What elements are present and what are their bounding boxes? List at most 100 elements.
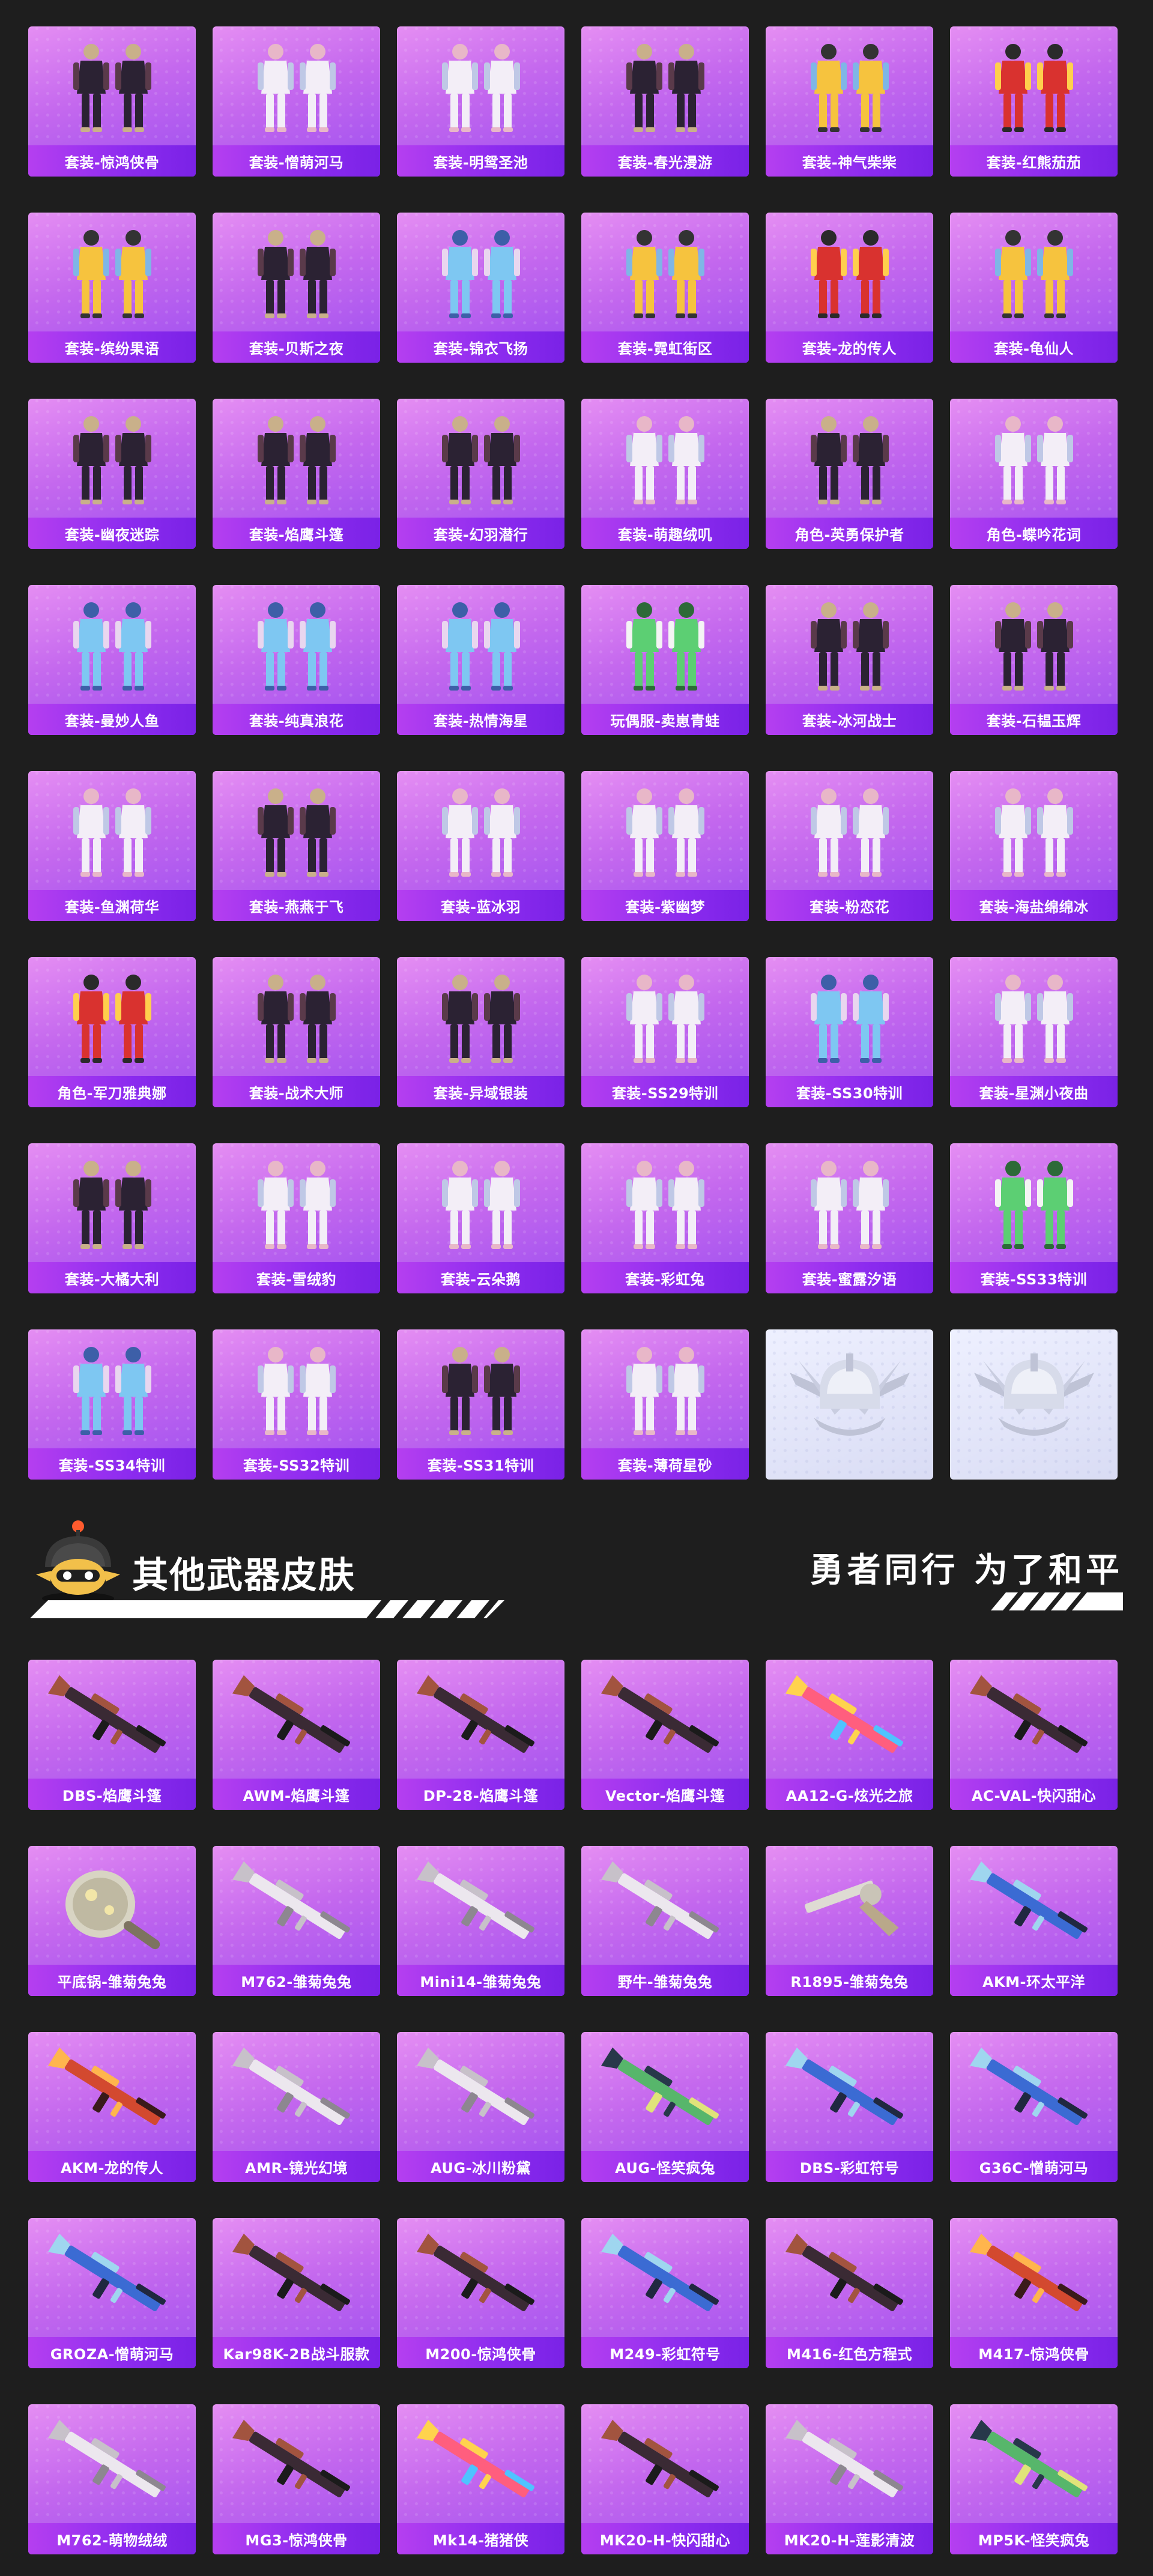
outfit-card[interactable]: 套装-鱼渊荷华 [28, 771, 196, 921]
weapon-card[interactable]: 野牛-雏菊兔兔 [581, 1846, 749, 1996]
outfit-card[interactable]: 套装-幻羽潜行 [397, 399, 564, 549]
outfit-figures-icon [950, 1150, 1118, 1259]
weapon-card[interactable]: AKM-环太平洋 [950, 1846, 1118, 1996]
outfit-card[interactable]: 套装-SS30特训 [766, 957, 933, 1107]
outfit-card[interactable]: 套装-大橘大利 [28, 1143, 196, 1293]
outfit-card[interactable]: 角色-蝶吟花词 [950, 399, 1118, 549]
outfit-label: 套装-战术大师 [249, 1084, 344, 1102]
outfit-card[interactable]: 套装-蜜露汐语 [766, 1143, 933, 1293]
weapon-card[interactable]: M762-萌物绒绒 [28, 2404, 196, 2554]
outfit-card[interactable]: 套装-幽夜迷踪 [28, 399, 196, 549]
weapon-card[interactable]: AUG-冰川粉黛 [397, 2032, 564, 2182]
outfit-card[interactable]: 套装-惊鸿侠骨 [28, 26, 196, 177]
outfit-card[interactable]: 套装-SS32特训 [213, 1329, 380, 1480]
weapon-card[interactable]: M249-彩虹符号 [581, 2218, 749, 2368]
outfit-card[interactable]: 套装-冰河战士 [766, 585, 933, 735]
weapon-card[interactable]: M200-惊鸿侠骨 [397, 2218, 564, 2368]
weapon-card[interactable]: Kar98K-2B战斗服款 [213, 2218, 380, 2368]
outfit-card[interactable]: 套装-SS34特训 [28, 1329, 196, 1480]
outfit-card[interactable]: 套装-SS31特训 [397, 1329, 564, 1480]
weapon-card[interactable]: AUG-怪笑疯兔 [581, 2032, 749, 2182]
outfit-label: 套装-薄荷星砂 [617, 1457, 713, 1474]
weapon-card[interactable]: AKM-龙的传人 [28, 2032, 196, 2182]
outfit-card[interactable]: 套装-燕燕于飞 [213, 771, 380, 921]
rifle-icon [28, 1667, 196, 1775]
weapon-card[interactable]: M416-红色方程式 [766, 2218, 933, 2368]
outfit-figures-icon [213, 220, 380, 328]
rifle-icon [581, 1853, 749, 1961]
outfit-card[interactable]: 套装-春光漫游 [581, 26, 749, 177]
rifle-icon [28, 2039, 196, 2147]
outfit-card[interactable]: 套装-海盐绵绵冰 [950, 771, 1118, 921]
weapon-card[interactable]: Mk14-猪猪侠 [397, 2404, 564, 2554]
weapon-label: AC-VAL-快闪甜心 [971, 1787, 1097, 1804]
outfit-card[interactable]: 套装-异域银装 [397, 957, 564, 1107]
outfit-card[interactable]: 套装-薄荷星砂 [581, 1329, 749, 1480]
weapon-card[interactable]: MK20-H-莲影清波 [766, 2404, 933, 2554]
outfit-card[interactable] [950, 1329, 1118, 1480]
outfit-card[interactable]: 套装-粉恋花 [766, 771, 933, 921]
outfit-card[interactable]: 套装-纯真浪花 [213, 585, 380, 735]
outfit-label: 套装-纯真浪花 [249, 712, 344, 730]
outfit-card[interactable]: 玩偶服-卖崽青蛙 [581, 585, 749, 735]
outfit-card[interactable]: 套装-明鸳圣池 [397, 26, 564, 177]
weapon-label: Kar98K-2B战斗服款 [223, 2345, 370, 2363]
outfit-label: 套装-SS32特训 [243, 1457, 350, 1474]
outfit-card[interactable]: 套装-萌趣绒叽 [581, 399, 749, 549]
weapon-card[interactable]: G36C-憎萌河马 [950, 2032, 1118, 2182]
outfit-card[interactable]: 套装-雪绒豹 [213, 1143, 380, 1293]
outfit-figures-icon [766, 1150, 933, 1259]
weapon-card[interactable]: Vector-焰鹰斗篷 [581, 1660, 749, 1810]
outfit-card[interactable]: 套装-石韫玉辉 [950, 585, 1118, 735]
outfit-label-bar: 套装-云朵鹅 [397, 1262, 564, 1293]
outfit-card[interactable]: 套装-彩虹兔 [581, 1143, 749, 1293]
weapon-card[interactable]: MG3-惊鸿侠骨 [213, 2404, 380, 2554]
outfit-card[interactable]: 套装-霓虹街区 [581, 213, 749, 363]
weapon-label-bar: DP-28-焰鹰斗篷 [397, 1779, 564, 1810]
outfit-card[interactable]: 套装-SS29特训 [581, 957, 749, 1107]
weapon-card[interactable]: MK20-H-快闪甜心 [581, 2404, 749, 2554]
weapon-card[interactable]: M762-雏菊兔兔 [213, 1846, 380, 1996]
outfit-card[interactable]: 套装-龙的传人 [766, 213, 933, 363]
outfit-card[interactable]: 套装-蓝冰羽 [397, 771, 564, 921]
outfit-card[interactable]: 套装-憎萌河马 [213, 26, 380, 177]
outfit-card[interactable]: 角色-英勇保护者 [766, 399, 933, 549]
weapon-card[interactable]: AMR-镜光幻境 [213, 2032, 380, 2182]
rifle-icon [766, 2225, 933, 2333]
weapon-card[interactable]: Mini14-雏菊兔兔 [397, 1846, 564, 1996]
weapon-card[interactable]: R1895-雏菊兔兔 [766, 1846, 933, 1996]
outfit-label: 套装-蓝冰羽 [441, 898, 521, 916]
outfit-card[interactable]: 套装-热情海星 [397, 585, 564, 735]
outfit-card[interactable]: 套装-焰鹰斗篷 [213, 399, 380, 549]
weapon-card[interactable]: 平底锅-雏菊兔兔 [28, 1846, 196, 1996]
outfit-card[interactable] [766, 1329, 933, 1480]
weapon-card[interactable]: AWM-焰鹰斗篷 [213, 1660, 380, 1810]
outfit-card[interactable]: 套装-SS33特训 [950, 1143, 1118, 1293]
outfit-card[interactable]: 套装-贝斯之夜 [213, 213, 380, 363]
outfit-figures-icon [766, 406, 933, 514]
outfit-card[interactable]: 套装-缤纷果语 [28, 213, 196, 363]
weapon-card[interactable]: MP5K-怪笑疯兔 [950, 2404, 1118, 2554]
outfit-card[interactable]: 套装-战术大师 [213, 957, 380, 1107]
weapon-card[interactable]: AA12-G-炫光之旅 [766, 1660, 933, 1810]
outfit-card[interactable]: 套装-龟仙人 [950, 213, 1118, 363]
weapon-card[interactable]: M417-惊鸿侠骨 [950, 2218, 1118, 2368]
weapon-card[interactable]: DBS-焰鹰斗篷 [28, 1660, 196, 1810]
weapon-label: AKM-龙的传人 [60, 2159, 163, 2177]
weapon-card[interactable]: AC-VAL-快闪甜心 [950, 1660, 1118, 1810]
outfit-card[interactable]: 套装-神气柴柴 [766, 26, 933, 177]
outfit-card[interactable]: 套装-锦衣飞扬 [397, 213, 564, 363]
outfit-card[interactable]: 套装-云朵鹅 [397, 1143, 564, 1293]
rifle-icon [397, 2411, 564, 2520]
weapon-card[interactable]: DBS-彩虹符号 [766, 2032, 933, 2182]
outfit-card[interactable]: 套装-曼妙人鱼 [28, 585, 196, 735]
outfit-card[interactable]: 套装-红熊茄茄 [950, 26, 1118, 177]
outfit-card[interactable]: 套装-紫幽梦 [581, 771, 749, 921]
outfit-figures-icon [28, 1150, 196, 1259]
weapon-card[interactable]: DP-28-焰鹰斗篷 [397, 1660, 564, 1810]
outfit-card[interactable]: 套装-星渊小夜曲 [950, 957, 1118, 1107]
weapon-card[interactable]: GROZA-憎萌河马 [28, 2218, 196, 2368]
rifle-icon [213, 1667, 380, 1775]
weapon-label: M762-萌物绒绒 [56, 2532, 168, 2549]
outfit-card[interactable]: 角色-军刀雅典娜 [28, 957, 196, 1107]
